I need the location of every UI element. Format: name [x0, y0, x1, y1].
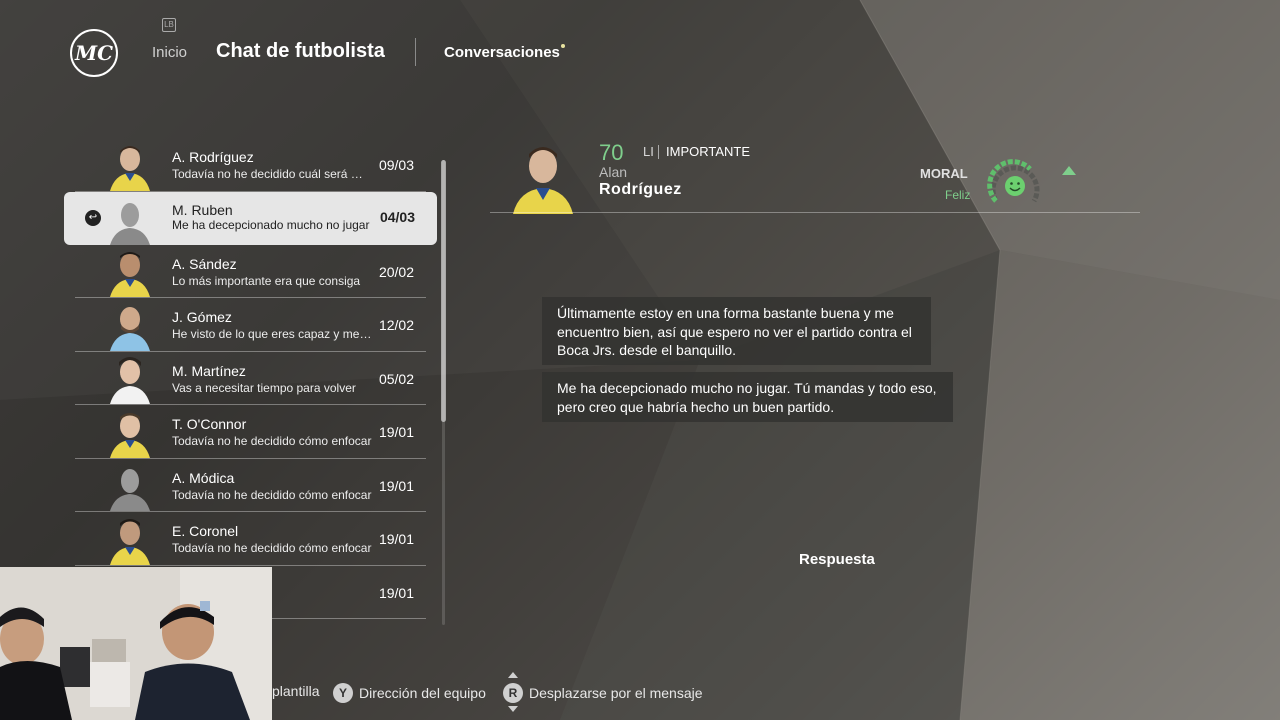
message-date: 04/03 — [379, 208, 415, 225]
position-divider — [658, 145, 659, 159]
webcam-overlay — [0, 567, 272, 720]
player-avatar-placeholder — [105, 195, 155, 245]
player-avatar — [105, 354, 155, 404]
contact-name: A. Módica — [172, 469, 235, 486]
player-first-name: Alan — [599, 164, 628, 180]
conversation-row[interactable]: M. Martínez Vas a necesitar tiempo para … — [75, 352, 426, 405]
player-portrait — [509, 138, 577, 214]
chat-message: Últimamente estoy en una forma bastante … — [542, 297, 931, 365]
message-preview: He visto de lo que eres capaz y me gusta — [172, 327, 372, 341]
conversation-list: A. Rodríguez Todavía no he decidido cuál… — [64, 138, 438, 619]
page-title: Chat de futbolista — [216, 40, 385, 62]
message-preview: Todavía no he decidido cómo enfocar — [172, 541, 372, 555]
header-divider — [490, 212, 1140, 213]
conversation-row[interactable]: A. Rodríguez Todavía no he decidido cuál… — [75, 138, 426, 192]
reply-button[interactable]: Respuesta — [799, 551, 875, 568]
r-stick-icon: R — [503, 683, 523, 703]
contact-name: M. Ruben — [172, 201, 233, 218]
nav-divider — [415, 38, 416, 66]
team-direction-control[interactable]: Y Dirección del equipo — [333, 683, 486, 703]
player-avatar — [105, 141, 155, 191]
player-avatar-placeholder — [105, 461, 155, 511]
player-avatar — [105, 408, 155, 458]
message-date: 20/02 — [378, 263, 414, 280]
conversation-row[interactable]: E. Coronel Todavía no he decidido cómo e… — [75, 512, 426, 566]
nav-home-link[interactable]: Inicio — [152, 44, 187, 61]
contact-name: A. Sández — [172, 255, 237, 272]
contact-name: J. Gómez — [172, 309, 232, 325]
control-label: plantilla — [272, 683, 320, 699]
contact-name: A. Rodríguez — [172, 149, 254, 165]
message-date: 05/02 — [378, 370, 414, 387]
player-avatar — [105, 515, 155, 565]
message-preview: Todavía no he decidido cuál será mi futu… — [172, 167, 372, 181]
morale-trend-up-icon — [1062, 166, 1076, 175]
mc-logo: MC — [70, 29, 118, 77]
message-preview: Vas a necesitar tiempo para volver — [172, 380, 356, 395]
message-preview: Todavía no he decidido cómo enfocar — [172, 487, 372, 502]
player-avatar — [105, 247, 155, 297]
y-button-icon: Y — [333, 683, 353, 703]
message-date: 19/01 — [378, 584, 414, 601]
conversation-row[interactable]: J. Gómez He visto de lo que eres capaz y… — [75, 298, 426, 352]
morale-gauge — [984, 159, 1046, 209]
notification-dot — [561, 44, 565, 48]
moral-value: Feliz — [945, 188, 971, 202]
player-rating: 70 — [599, 140, 624, 165]
player-status: IMPORTANTE — [666, 144, 751, 159]
message-date: 19/01 — [378, 531, 414, 547]
contact-name: T. O'Connor — [172, 416, 247, 432]
conversation-row[interactable]: A. Sández Lo más importante era que cons… — [75, 245, 426, 298]
conversation-row[interactable]: A. Módica Todavía no he decidido cómo en… — [75, 459, 426, 512]
moral-label: MORAL — [920, 166, 968, 181]
reply-arrow-icon: ↩ — [85, 209, 101, 226]
player-position: LI — [643, 144, 654, 159]
message-preview: Todavía no he decidido cómo enfocar — [172, 434, 372, 448]
scroll-down-hint-icon — [508, 706, 518, 712]
message-preview: Lo más importante era que consiga — [172, 273, 361, 288]
lb-button-icon[interactable]: LB — [162, 18, 176, 32]
player-avatar — [105, 301, 155, 351]
message-date: 09/03 — [378, 157, 414, 173]
message-date: 12/02 — [378, 317, 414, 333]
scroll-up-hint-icon — [508, 672, 518, 678]
squad-control-hint[interactable]: plantilla — [272, 683, 319, 699]
chat-message: Me ha decepcionado mucho no jugar. Tú ma… — [542, 372, 953, 422]
control-label: Desplazarse por el mensaje — [529, 685, 703, 701]
message-preview: Me ha decepcionado mucho no jugar — [172, 217, 370, 232]
player-last-name: Rodríguez — [599, 181, 682, 198]
control-label: Dirección del equipo — [359, 685, 486, 701]
message-date: 19/01 — [378, 477, 414, 494]
contact-name: E. Coronel — [172, 523, 239, 539]
conversation-row-selected[interactable]: ↩ M. Ruben Me ha decepcionado mucho no j… — [64, 191, 437, 245]
tab-conversations[interactable]: Conversaciones — [444, 44, 560, 61]
message-date: 19/01 — [378, 424, 414, 440]
scrollbar-thumb[interactable] — [441, 160, 446, 422]
contact-name: M. Martínez — [172, 362, 246, 379]
scroll-message-control[interactable]: R Desplazarse por el mensaje — [503, 683, 703, 703]
conversation-row[interactable]: T. O'Connor Todavía no he decidido cómo … — [75, 405, 426, 459]
